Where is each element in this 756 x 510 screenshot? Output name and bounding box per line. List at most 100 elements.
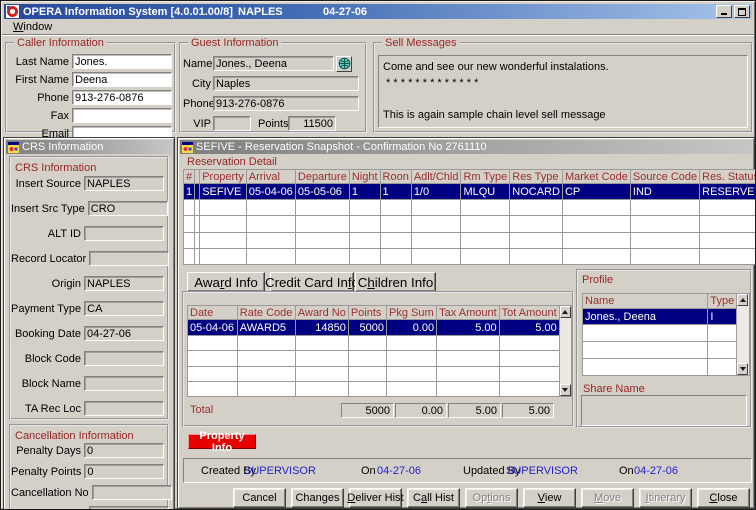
column-header: Roon — [380, 170, 411, 184]
scrollbar-up-button[interactable] — [737, 294, 748, 306]
record-locator-label: Record Locator — [11, 253, 86, 265]
column-header: Market Code — [562, 170, 630, 184]
empty-row — [583, 342, 737, 359]
cancel-button[interactable]: Cancel — [233, 488, 286, 508]
award-row-selected[interactable]: 05-04-06 AWARD5 14850 5000 0.00 5.00 5.0… — [188, 320, 560, 336]
award-total-row: Total 5000 0.00 5.00 5.00 — [184, 403, 572, 419]
profile-scrollbar[interactable] — [737, 293, 750, 376]
field-row: Fax — [9, 108, 172, 123]
profile-lookup-button[interactable] — [336, 56, 352, 72]
deliver-hist-button[interactable]: Deliver Hist — [349, 488, 402, 508]
insert-src-type-field — [88, 201, 168, 216]
award-scrollbar[interactable] — [560, 305, 572, 397]
profile-table: Name Type Jones., Deena I — [582, 293, 737, 376]
guest-city-field — [213, 76, 359, 91]
minimize-button[interactable] — [716, 5, 732, 18]
field-row: Insert Src Type — [11, 201, 167, 216]
tab-award-info[interactable]: Award Info — [187, 272, 265, 292]
globe-icon — [338, 57, 351, 70]
caller-group-title: Caller Information — [14, 37, 107, 49]
field-row: Phone — [183, 96, 363, 111]
insert-src-type-label: Insert Src Type — [11, 203, 85, 215]
empty-row — [184, 232, 756, 248]
window-controls — [716, 5, 750, 18]
guest-phone-label: Phone — [183, 98, 211, 110]
caller-phone-input[interactable] — [72, 90, 172, 105]
menubar: Window — [2, 20, 754, 35]
reservation-detail-title: Reservation Detail — [187, 156, 277, 168]
total-points: 5000 — [341, 403, 394, 418]
profile-table-wrap: Name Type Jones., Deena I — [582, 293, 750, 376]
guest-name-field — [213, 56, 334, 71]
field-row: Block Name — [11, 376, 167, 391]
snapshot-window-client: Reservation Detail # Property Arri — [181, 155, 751, 505]
itinerary-button: Itinerary — [639, 488, 692, 508]
empty-row — [188, 366, 560, 381]
column-header: Award No — [295, 306, 348, 320]
empty-row — [184, 216, 756, 232]
scrollbar-down-button[interactable] — [737, 363, 748, 375]
caller-phone-label: Phone — [9, 92, 69, 104]
last-name-input[interactable] — [72, 54, 172, 69]
property-info-button[interactable]: Property Info — [188, 434, 256, 449]
scrollbar-up-button[interactable] — [560, 306, 571, 318]
created-on-value: 04-27-06 — [377, 465, 421, 477]
crs-window-title: CRS Information — [22, 141, 103, 153]
menu-window[interactable]: Window — [9, 21, 56, 33]
total-pkg-sum: 0.00 — [395, 403, 447, 418]
empty-row — [583, 325, 737, 342]
sell-messages-box: Come and see our new wonderful instalati… — [378, 55, 748, 128]
updated-on-value: 04-27-06 — [634, 465, 678, 477]
arrow-down-icon — [562, 388, 568, 392]
points-avail-label: Points Avail — [258, 118, 286, 130]
profile-title: Profile — [582, 274, 750, 286]
column-header: Rate Code — [237, 306, 295, 320]
reservation-row-selected[interactable]: 1 SEFIVE 05-04-06 05-05-06 1 1 1/0 MLQU … — [184, 184, 756, 200]
total-tax-amount: 5.00 — [448, 403, 501, 418]
field-row: Booking Date — [11, 326, 167, 341]
first-name-input[interactable] — [72, 72, 172, 87]
column-header: Tot Amount — [499, 306, 559, 320]
scrollbar-down-button[interactable] — [560, 384, 571, 396]
fax-label: Fax — [9, 110, 69, 122]
field-row: Last Name — [9, 54, 172, 69]
field-row: Insert Source — [11, 176, 167, 191]
vip-field — [213, 116, 251, 131]
ta-rec-loc-field — [84, 401, 164, 416]
field-row: Payment Type — [11, 301, 167, 316]
tab-credit-card-info[interactable]: Credit Card Info — [270, 272, 354, 292]
profile-header-row: Name Type — [583, 294, 737, 309]
changes-button[interactable]: Changes — [291, 488, 344, 508]
profile-row-selected[interactable]: Jones., Deena I — [583, 309, 737, 325]
column-header: Rm Type — [461, 170, 510, 184]
block-name-label: Block Name — [11, 378, 81, 390]
call-hist-button[interactable]: Call Hist — [407, 488, 460, 508]
alt-id-label: ALT ID — [11, 228, 81, 240]
field-row: Cancellation No — [11, 485, 167, 500]
button-bar: Cancel Changes Deliver Hist Call Hist Op… — [181, 488, 750, 509]
opera-app-icon — [6, 5, 19, 18]
guest-phone-field — [213, 96, 359, 111]
booking-date-label: Booking Date — [11, 328, 81, 340]
tab-children-info[interactable]: Children Info — [355, 272, 436, 292]
guest-information-group: Guest Information Name City Phone VIP Po… — [179, 37, 367, 133]
close-button[interactable]: Close — [697, 488, 750, 508]
column-header: # — [184, 170, 195, 184]
penalty-days-field — [84, 443, 164, 458]
crs-information-window: CRS Information CRS Information Insert S… — [3, 137, 175, 510]
reservation-table-wrap: # Property Arrival Departure Night Roon … — [183, 169, 756, 265]
empty-row — [583, 359, 737, 376]
column-header: Date — [188, 306, 238, 320]
maximize-button[interactable] — [734, 5, 750, 18]
audit-panel: Created By SUPERVISOR On 04-27-06 Update… — [183, 458, 752, 483]
field-row: First Name — [9, 72, 172, 87]
share-name-label: Share Name — [583, 383, 645, 395]
fax-input[interactable] — [72, 108, 172, 123]
payment-type-field — [84, 301, 164, 316]
insert-source-field — [84, 176, 164, 191]
reservation-header-row: # Property Arrival Departure Night Roon … — [184, 170, 756, 184]
profile-panel: Profile Name Type Jones., Deena I — [576, 269, 752, 428]
cancellation-dt-field — [89, 506, 169, 510]
view-button[interactable]: View — [523, 488, 576, 508]
alt-id-field — [84, 226, 164, 241]
